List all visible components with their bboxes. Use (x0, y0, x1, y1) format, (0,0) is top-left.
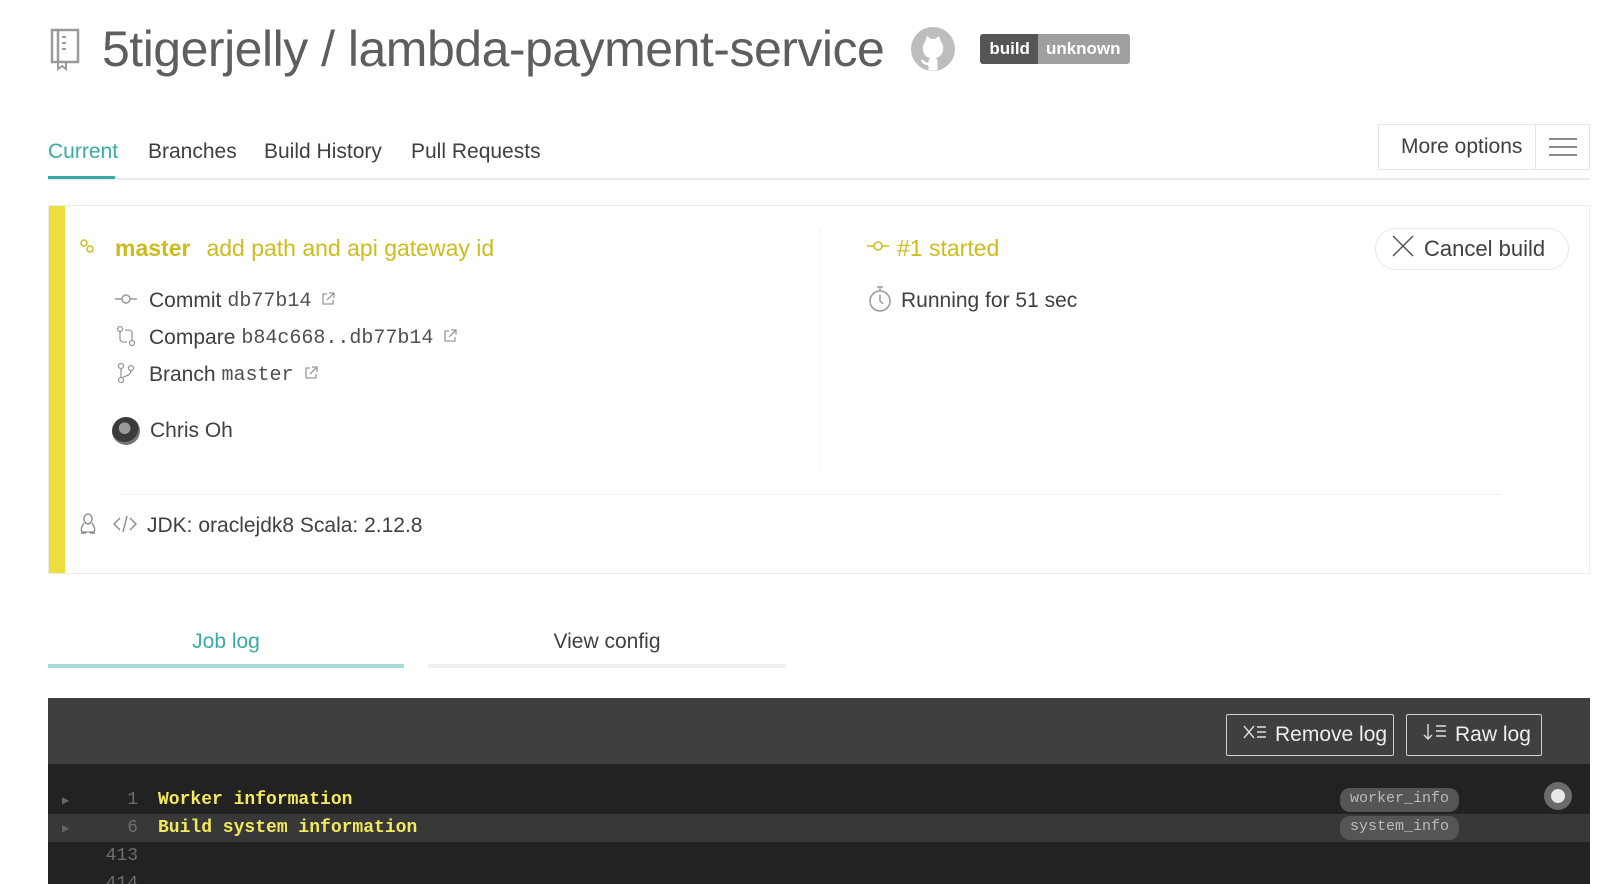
repo-icon (48, 27, 84, 71)
line-number[interactable]: 6 (86, 818, 138, 838)
more-options-button[interactable]: More options (1378, 124, 1590, 170)
raw-log-label: Raw log (1455, 723, 1531, 746)
running-duration: Running for 51 sec (901, 289, 1078, 312)
log-line[interactable]: ▶ 1 Worker information worker_info (48, 786, 1590, 814)
compare-icon (115, 325, 137, 352)
author-row: Chris Oh (112, 414, 233, 448)
badge-label: build (980, 34, 1038, 64)
compare-label: Compare (149, 326, 236, 349)
log-fold-title: Worker information (158, 790, 353, 810)
duration-row: Running for 51 sec (867, 285, 1078, 318)
tab-pull-requests[interactable]: Pull Requests (411, 140, 541, 164)
remove-log-icon (1243, 723, 1267, 747)
tab-current[interactable]: Current (48, 140, 118, 164)
tab-build-history[interactable]: Build History (264, 140, 382, 164)
line-number[interactable]: 413 (86, 846, 138, 866)
card-divider-horizontal (121, 494, 1501, 495)
branch-value[interactable]: master (222, 364, 294, 387)
cancel-build-label: Cancel build (1424, 236, 1546, 261)
external-link-icon[interactable] (304, 365, 318, 385)
build-status[interactable]: #1 started (897, 235, 999, 262)
external-link-icon[interactable] (321, 291, 336, 311)
badge-status: unknown (1037, 34, 1130, 64)
job-log-container: Remove log Raw log ▶ 1 Worker informatio… (48, 698, 1590, 884)
more-options-label: More options (1401, 135, 1523, 158)
branch-label: Branch (149, 363, 216, 386)
tab-view-config[interactable]: View config (428, 618, 786, 668)
commit-message: add path and api gateway id (206, 234, 495, 261)
environment-row: JDK: oraclejdk8 Scala: 2.12.8 (79, 510, 422, 542)
author-name: Chris Oh (150, 419, 233, 442)
commit-label: Commit (149, 289, 222, 312)
commit-icon (867, 239, 889, 258)
line-number[interactable]: 414 (86, 874, 138, 884)
hamburger-icon[interactable] (1535, 125, 1589, 169)
build-card: master add path and api gateway id Commi… (48, 205, 1590, 574)
expand-arrow-icon[interactable]: ▶ (62, 821, 86, 836)
branch-row: master add path and api gateway id (79, 228, 494, 268)
cancel-build-button[interactable]: Cancel build (1375, 228, 1569, 270)
linux-icon (79, 512, 97, 540)
fold-tag: system_info (1340, 816, 1460, 840)
raw-log-button[interactable]: Raw log (1406, 714, 1542, 756)
expand-arrow-icon[interactable]: ▶ (62, 793, 86, 808)
log-fold-title: Build system information (158, 818, 418, 838)
commit-row: Commit db77b14 (115, 286, 336, 316)
branch-link-row: Branch master (115, 360, 318, 390)
repo-nav: Current Branches Build History Pull Requ… (48, 124, 1590, 180)
started-dots-icon (79, 238, 95, 259)
repo-header: 5tigerjelly / lambda-payment-service bui… (48, 14, 1130, 84)
external-link-icon[interactable] (443, 328, 458, 348)
tab-job-log[interactable]: Job log (48, 618, 404, 668)
branch-name[interactable]: master (115, 235, 190, 262)
github-icon[interactable] (910, 26, 956, 72)
tab-branches[interactable]: Branches (148, 140, 237, 164)
remove-log-label: Remove log (1275, 723, 1388, 746)
log-line[interactable]: 414 (48, 870, 1590, 884)
stopwatch-icon (867, 285, 893, 318)
line-number[interactable]: 1 (86, 790, 138, 810)
compare-range[interactable]: b84c668..db77b14 (241, 327, 433, 350)
close-icon (1392, 235, 1414, 263)
active-tab-underline (48, 176, 115, 179)
environment-info: JDK: oraclejdk8 Scala: 2.12.8 (147, 514, 423, 537)
scroll-to-end-button[interactable] (1544, 782, 1572, 810)
repo-title[interactable]: 5tigerjelly / lambda-payment-service (102, 20, 885, 78)
raw-log-icon (1423, 723, 1447, 747)
status-row: #1 started (867, 228, 999, 268)
avatar (112, 417, 140, 445)
remove-log-button[interactable]: Remove log (1226, 714, 1394, 756)
build-badge[interactable]: build unknown (980, 34, 1130, 64)
compare-row: Compare b84c668..db77b14 (115, 323, 458, 353)
log-toolbar: Remove log Raw log (48, 698, 1590, 764)
fold-tag: worker_info (1340, 788, 1460, 812)
log-line[interactable]: ▶ 6 Build system information system_info (48, 814, 1590, 842)
status-stripe (49, 206, 65, 573)
log-line[interactable]: 413 (48, 842, 1590, 870)
commit-sha[interactable]: db77b14 (227, 290, 311, 313)
branch-icon (115, 362, 137, 389)
card-divider (819, 230, 820, 470)
code-icon (113, 515, 137, 538)
commit-icon (115, 292, 137, 311)
